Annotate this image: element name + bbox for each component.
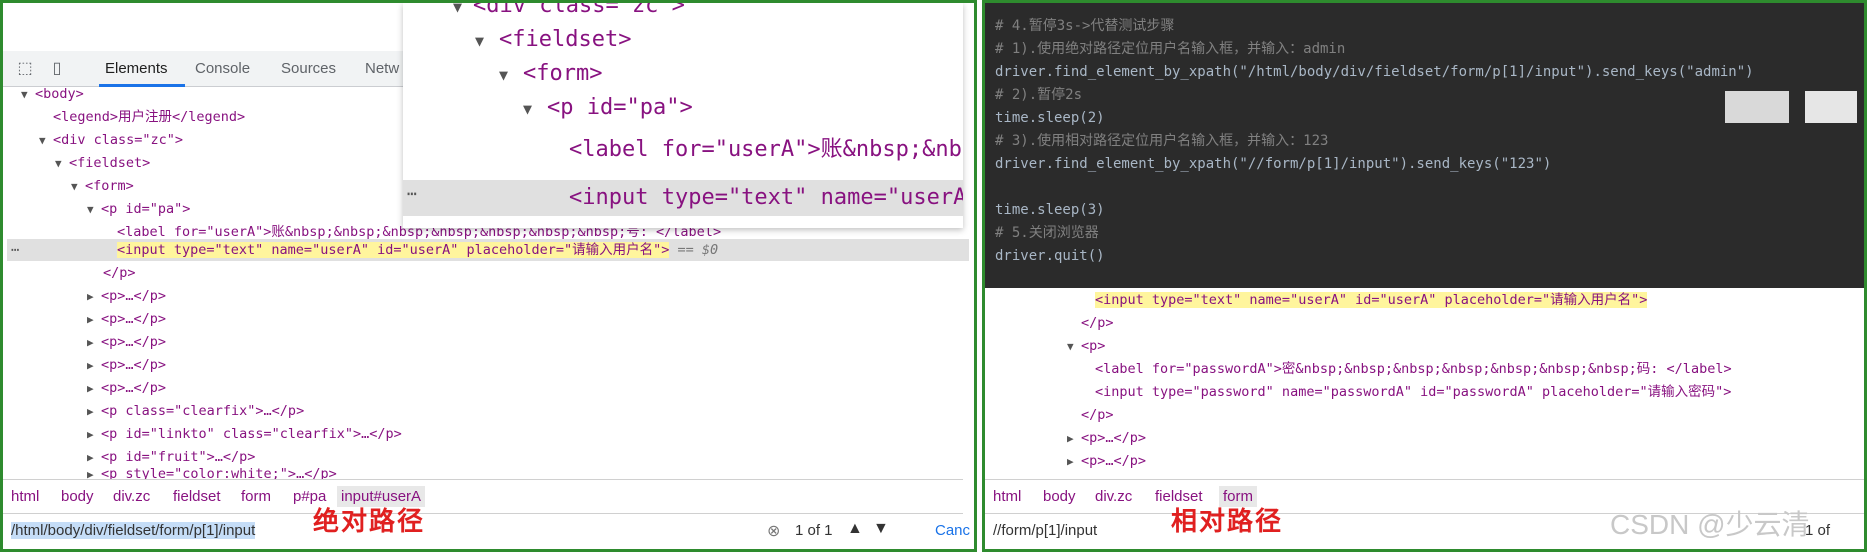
tree-node-p-clearfix[interactable]: ▶ <p class="clearfix">…</p> [87,400,304,423]
tab-elements[interactable]: Elements [105,60,168,77]
more-dots-icon[interactable]: ⋯ [11,239,19,261]
code-line: time.sleep(2) [995,110,1105,126]
collapse-triangle-icon[interactable]: ▶ [87,309,101,331]
expand-triangle-icon[interactable]: ▼ [21,84,35,106]
tab-console[interactable]: Console [195,60,250,77]
collapse-triangle-icon[interactable]: ▶ [87,464,101,479]
left-devtools-panel: ⬚ ▯ Elements Console Sources Netw ▼ <body… [0,0,977,552]
code-line: driver.find_element_by_xpath("//form/p[1… [995,156,1552,172]
code-line: driver.find_element_by_xpath("/html/body… [995,64,1754,80]
relative-path-label: 相对路径 [1171,507,1284,537]
tree-node-p-open[interactable]: ▼ <p> [1067,335,1105,358]
tree-node-fieldset[interactable]: ▼ <fieldset> [55,152,150,175]
breadcrumb: html body div.zc fieldset form p#pa inpu… [3,479,963,513]
tree-node-legend[interactable]: <legend>用户注册</legend> [53,106,245,128]
zoom-more-dots-icon: ⋯ [407,184,417,203]
tree-node-p-collapsed[interactable]: ▶ <p>…</p> [87,285,166,308]
zoom-line-p: ▼ <p id="pa"> [523,95,693,120]
code-line: # 5.关闭浏览器 [995,225,1099,241]
tab-sources[interactable]: Sources [281,60,336,77]
zoom-line-fieldset: ▼ <fieldset> [475,27,632,52]
devtools-tabbar: ⬚ ▯ Elements Console Sources Netw [3,51,403,87]
code-line: time.sleep(3) [995,202,1105,218]
zoom-line-div: ▼ <div class="zc"> [453,3,685,18]
cancel-button[interactable]: Canc [935,522,970,539]
expand-triangle-icon[interactable]: ▼ [1067,336,1081,358]
breadcrumb-item[interactable]: body [1043,488,1076,505]
zoomed-inset: ▼ <div class="zc"> ▼ <fieldset> ▼ <form> ▼ <… [403,3,963,228]
breadcrumb-item[interactable]: form [241,488,271,505]
prev-match-icon[interactable]: ▲ [847,520,863,538]
match-count: 1 of 1 [795,522,833,539]
collapse-triangle-icon[interactable]: ▶ [87,378,101,400]
tree-node-p-collapsed[interactable]: ▶ <p>…</p> [87,377,166,400]
collapse-triangle-icon[interactable]: ▶ [1067,428,1081,450]
breadcrumb-item[interactable]: div.zc [1095,488,1132,505]
breadcrumb-item[interactable]: html [11,488,39,505]
tree-node-input-userA[interactable]: <input type="text" name="userA" id="user… [1095,289,1648,311]
next-match-icon[interactable]: ▼ [873,520,889,538]
breadcrumb-item[interactable]: body [61,488,94,505]
tree-node-body[interactable]: ▼ <body> [21,83,84,106]
tree-node-p-close: </p> [1081,315,1114,331]
device-toolbar-icon[interactable]: ▯ [47,59,67,79]
code-line: # 2).暂停2s [995,87,1083,103]
tree-node-div-zc[interactable]: ▼ <div class="zc"> [39,129,183,152]
tree-node-label-password[interactable]: <label for="passwordA">密&nbsp;&nbsp;&nbs… [1095,358,1732,380]
clear-search-icon[interactable]: ⊗ [767,521,780,541]
breadcrumb-item[interactable]: div.zc [113,488,150,505]
breadcrumb-item[interactable]: html [993,488,1021,505]
dollar-zero-marker: == $0 [677,242,719,258]
blurred-image [1725,91,1789,123]
tree-node-p-collapsed[interactable]: ▶ <p>…</p> [87,331,166,354]
xpath-search-input[interactable]: /html/body/div/fieldset/form/p[1]/input [11,522,256,539]
collapse-triangle-icon[interactable]: ▶ [87,424,101,446]
highlighted-input-node: <input type="text" name="userA" id="user… [117,242,670,258]
expand-triangle-icon[interactable]: ▼ [55,153,69,175]
tree-node-p-collapsed[interactable]: ▶ <p>…</p> [87,354,166,377]
tree-node-p-collapsed[interactable]: ▶ <p>…</p> [87,308,166,331]
inspect-element-icon[interactable]: ⬚ [15,59,35,79]
tree-node-p-collapsed[interactable]: ▶ <p>…</p> [1067,427,1146,450]
expand-triangle-icon[interactable]: ▼ [71,176,85,198]
code-line: driver.quit() [995,248,1105,264]
tree-node-p-close: </p> [1081,407,1114,423]
xpath-search-input[interactable]: //form/p[1]/input [993,522,1097,539]
tab-network[interactable]: Netw [365,60,399,77]
zoom-line-label: <label for="userA">账&nbsp;&nb [569,137,962,162]
zoom-line-input: <input type="text" name="userA [569,185,963,210]
xpath-search-bar: /html/body/div/fieldset/form/p[1]/input … [3,513,970,549]
highlighted-input-node: <input type="text" name="userA" id="user… [1095,292,1648,308]
tree-node-form[interactable]: ▼ <form> [71,175,134,198]
tree-node-p-collapsed[interactable]: ▶ <p>…</p> [1067,450,1146,473]
expand-triangle-icon[interactable]: ▼ [39,130,53,152]
breadcrumb-item[interactable]: fieldset [173,488,221,505]
zoom-line-form: ▼ <form> [499,61,603,86]
collapse-triangle-icon[interactable]: ▶ [87,286,101,308]
tree-node-input-userA[interactable]: <input type="text" name="userA" id="user… [117,239,718,261]
collapse-triangle-icon[interactable]: ▶ [87,401,101,423]
collapse-triangle-icon[interactable]: ▶ [1067,451,1081,473]
code-line: # 4.暂停3s->代替测试步骤 [995,18,1175,34]
right-devtools-panel: # 4.暂停3s->代替测试步骤 # 1).使用绝对路径定位用户名输入框，并输入… [982,0,1867,552]
tree-node-p-style[interactable]: ▶ <p style="color:white;">…</p> [87,463,337,479]
blurred-image [1805,91,1857,123]
absolute-path-label: 绝对路径 [313,507,426,537]
tree-node-p-close: </p> [103,265,136,281]
active-tab-underline [99,84,185,87]
collapse-triangle-icon[interactable]: ▶ [87,355,101,377]
collapse-triangle-icon[interactable]: ▶ [87,332,101,354]
tree-node-p-pa[interactable]: ▼ <p id="pa"> [87,198,190,221]
code-line: # 3).使用相对路径定位用户名输入框，并输入：123 [995,133,1329,149]
expand-triangle-icon[interactable]: ▼ [87,199,101,221]
csdn-watermark: CSDN @少云清 [1610,509,1810,540]
code-line: # 1).使用绝对路径定位用户名输入框，并输入：admin [995,41,1346,57]
tree-node-p-linkto[interactable]: ▶ <p id="linkto" class="clearfix">…</p> [87,423,402,446]
tree-node-input-password[interactable]: <input type="password" name="passwordA" … [1095,381,1731,403]
code-editor: # 4.暂停3s->代替测试步骤 # 1).使用绝对路径定位用户名输入框，并输入… [985,3,1864,288]
